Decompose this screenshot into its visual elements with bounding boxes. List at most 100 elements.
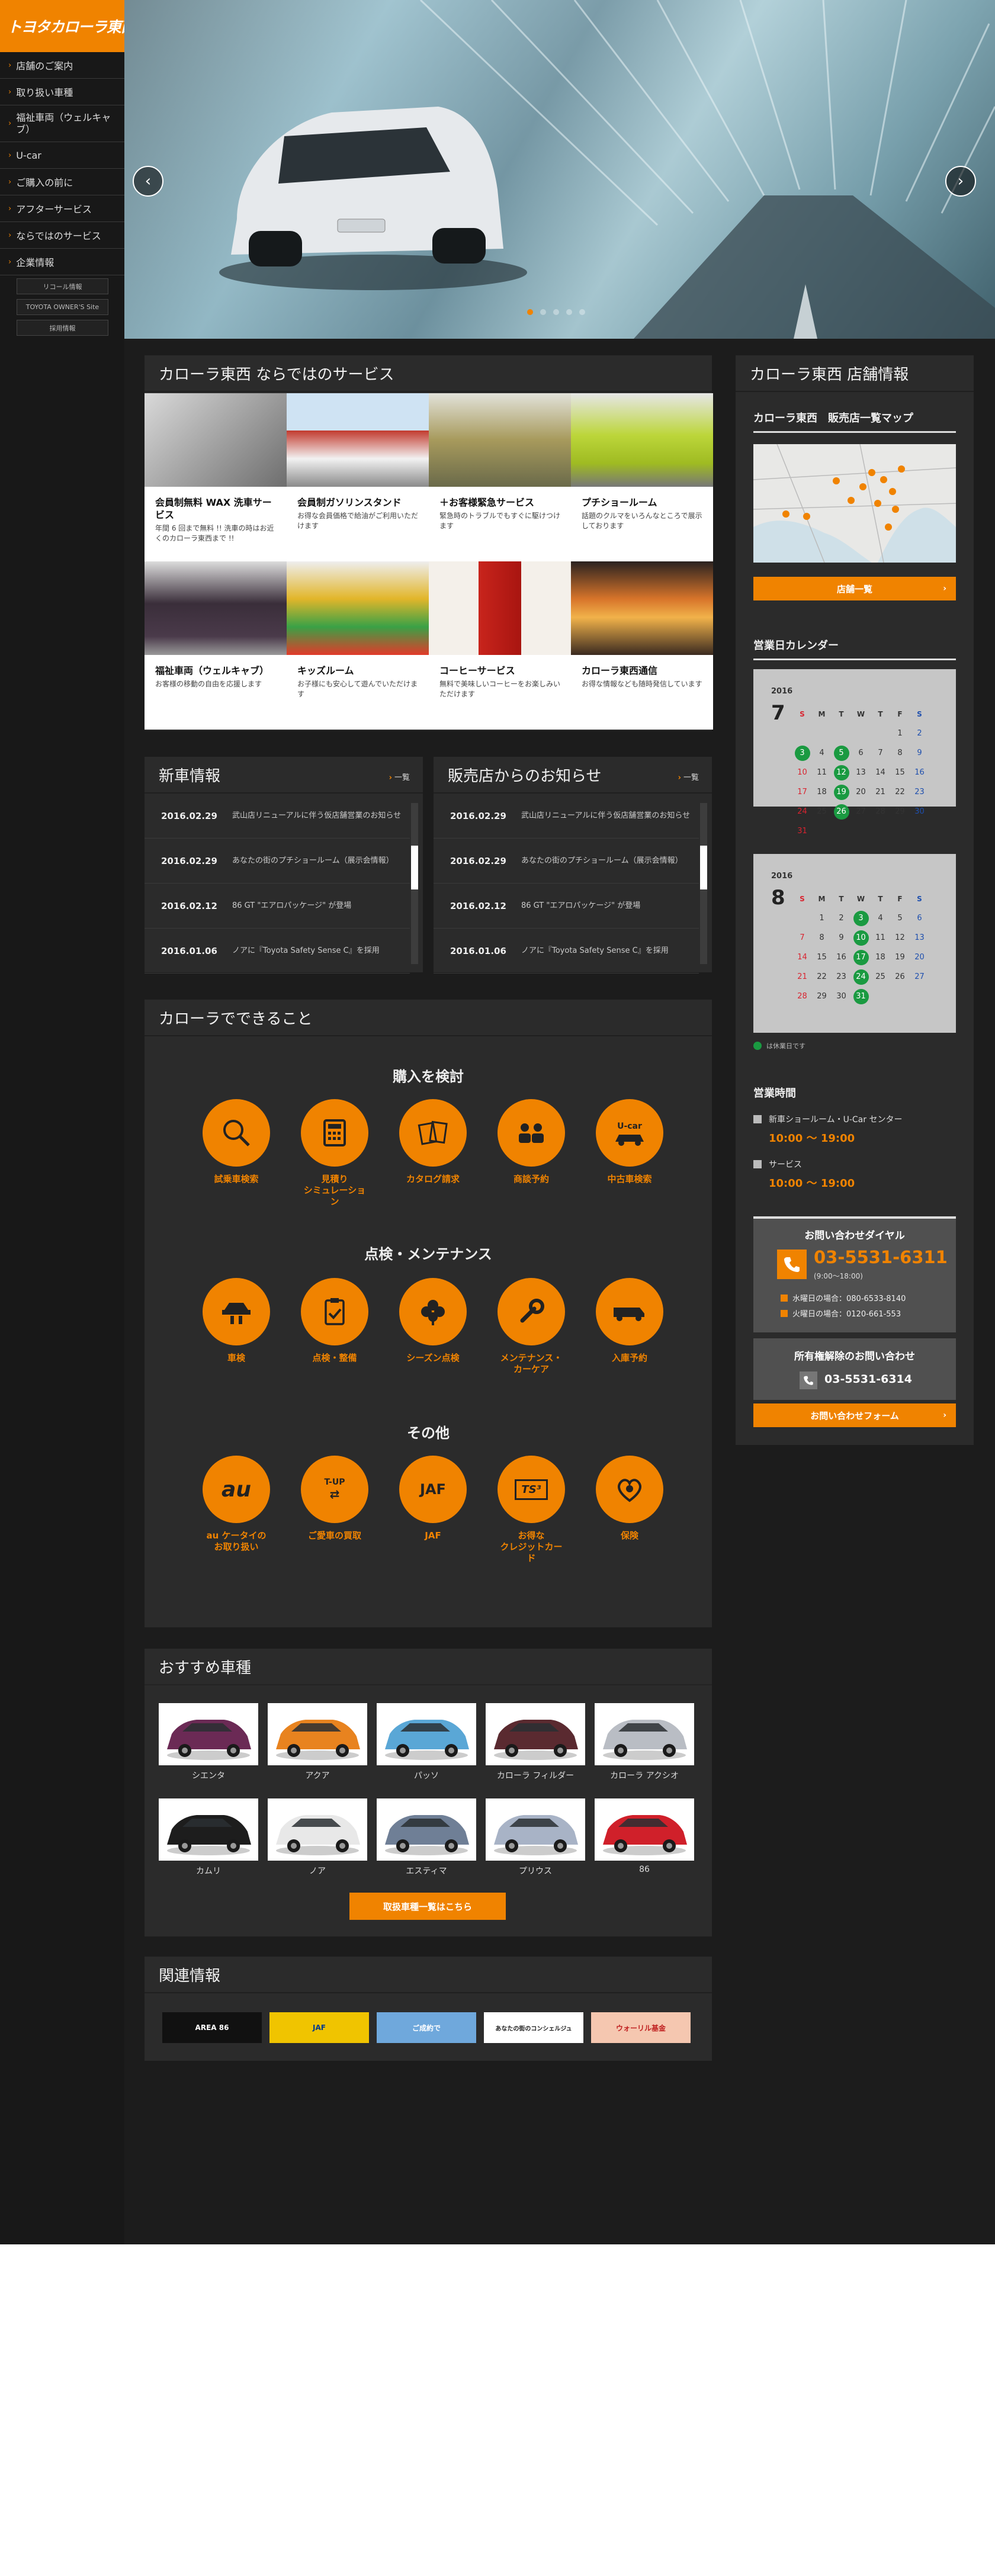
slide-dot[interactable] (553, 309, 559, 315)
jaf-button[interactable]: JAF JAF (399, 1456, 467, 1564)
dealer-news-more-link[interactable]: › 一覧 (678, 771, 699, 782)
insurance-button[interactable]: 保険 (596, 1456, 663, 1564)
car-card[interactable] (377, 1798, 476, 1861)
fund-banner[interactable]: ウォーリル基金 (591, 2012, 691, 2043)
calendar-day: 22 (895, 788, 905, 796)
news-row[interactable]: 2016.01.06 ノアに『Toyota Safety Sense C』を採用 (434, 929, 699, 974)
new-car-news-more-link[interactable]: › 一覧 (389, 771, 410, 782)
service-card-gas[interactable]: 会員制ガソリンスタンド お得な会員価格で給油がご利用いただけます (287, 393, 429, 561)
test-drive-search-button[interactable]: 試乗車検索 (203, 1099, 270, 1207)
maintenance-carcare-button[interactable]: メンテナンス・ カーケア (498, 1278, 565, 1375)
campaign-banner[interactable]: ご成約で (377, 2012, 476, 2043)
calendar-year: 2016 (771, 687, 793, 696)
contact-form-button[interactable]: お問い合わせフォーム › (753, 1403, 956, 1427)
news-scrollbar-thumb[interactable] (700, 846, 707, 889)
area86-banner[interactable]: AREA 86 (162, 2012, 262, 2043)
nav-item-company[interactable]: › 企業情報 (0, 249, 124, 275)
car-card[interactable] (377, 1703, 476, 1765)
recruit-link[interactable]: 採用情報 (17, 320, 108, 336)
icon-label: お得な クレジットカード (500, 1530, 563, 1563)
calendar-day: 13 (856, 768, 866, 777)
icon-label: 車検 (227, 1353, 245, 1363)
dial-number[interactable]: 03-5531-6311 (814, 1247, 948, 1267)
car-card[interactable] (486, 1798, 585, 1861)
service-card-showroom[interactable]: プチショールーム 話題のクルマをいろんなところで展示しております (571, 393, 713, 561)
icon-label: 点検・整備 (312, 1353, 357, 1363)
car-card[interactable] (159, 1703, 258, 1765)
hero-next-button[interactable]: › (945, 166, 976, 197)
slide-dot[interactable] (566, 309, 572, 315)
service-card-wax[interactable]: 会員制無料 WAX 洗車サービス 年間 6 回まで無料 !! 洗車の時はお近くのカ… (145, 393, 287, 561)
news-row[interactable]: 2016.01.06 ノアに『Toyota Safety Sense C』を採用 (145, 929, 410, 974)
nav-item-after-service[interactable]: › アフターサービス (0, 195, 124, 222)
nav-item-before-purchase[interactable]: › ご購入の前に (0, 169, 124, 195)
slide-dot[interactable] (540, 309, 546, 315)
news-scrollbar[interactable] (700, 803, 707, 964)
news-scrollbar-thumb[interactable] (411, 846, 418, 889)
slide-dot[interactable] (527, 309, 533, 315)
store-info-title: カローラ東西 店舗情報 (736, 355, 974, 392)
estimate-simulation-button[interactable]: 見積り シミュレーション (301, 1099, 368, 1207)
car-card[interactable] (595, 1798, 694, 1861)
shaken-button[interactable]: 車検 (203, 1278, 270, 1375)
season-check-button[interactable]: シーズン点検 (399, 1278, 467, 1375)
inspection-button[interactable]: 点検・整備 (301, 1278, 368, 1375)
recall-link[interactable]: リコール情報 (17, 278, 108, 294)
service-booking-button[interactable]: 入庫予約 (596, 1278, 663, 1375)
calendar-holiday: 10 (851, 930, 871, 946)
catalog-request-button[interactable]: カタログ請求 (399, 1099, 467, 1207)
meeting-reservation-button[interactable]: 商談予約 (498, 1099, 565, 1207)
store-list-button[interactable]: 店舗一覧 › (753, 577, 956, 600)
maintenance-icons: 車検 点検・整備 シーズン点検 メンテナンス・ カーケア 入庫予約 (203, 1278, 663, 1375)
owners-site-link[interactable]: TOYOTA OWNER'S Site (17, 299, 108, 315)
nav-item-models[interactable]: › 取り扱い車種 (0, 79, 124, 105)
news-row[interactable]: 2016.02.12 86 GT "エアロパッケージ" が登場 (145, 884, 410, 929)
related-title: 関連情報 (145, 1957, 712, 1993)
news-row[interactable]: 2016.02.12 86 GT "エアロパッケージ" が登場 (434, 884, 699, 929)
car-card[interactable] (159, 1798, 258, 1861)
news-row[interactable]: 2016.02.29 あなたの街のプチショールーム（展示会情報） (434, 839, 699, 884)
car-buyback-button[interactable]: T-UP ⇄ ご愛車の買取 (301, 1456, 368, 1564)
news-date: 2016.02.29 (161, 855, 217, 866)
slide-dot[interactable] (579, 309, 585, 315)
nav-item-unique-services[interactable]: › ならではのサービス (0, 222, 124, 249)
ownership-number[interactable]: 03-5531-6314 (824, 1373, 912, 1386)
calendar-holiday: 17 (851, 949, 871, 965)
used-car-search-button[interactable]: U-car 中古車検索 (596, 1099, 663, 1207)
jaf-banner[interactable]: JAF (269, 2012, 369, 2043)
service-card-coffee[interactable]: コーヒーサービス 無料で美味しいコーヒーをお楽しみいただけます (429, 561, 571, 730)
service-card-newsletter[interactable]: カローラ東西通信 お得な情報なども随時発信しています (571, 561, 713, 730)
service-card-desc: 緊急時のトラブルでもすぐに駆けつけます (439, 512, 561, 530)
dial-note-text: 火曜日の場合：0120-661-553 (792, 1310, 901, 1319)
hero-prev-button[interactable]: ‹ (133, 166, 163, 197)
car-card[interactable] (268, 1798, 367, 1861)
concierge-banner[interactable]: あなたの街のコンシェルジュ (484, 2012, 583, 2043)
calendar-day: 20 (856, 788, 866, 796)
car-card[interactable] (486, 1703, 585, 1765)
service-card-kids[interactable]: キッズルーム お子様にも安心して遊んでいただけます (287, 561, 429, 730)
calendar-grid: S M T W T F S 1 2 3 4 5 6 7 8 9 10 11 12 13 14 15 16 17 18 19 20 21… (792, 706, 929, 839)
credit-card-button[interactable]: TS³ お得な クレジットカード (498, 1456, 565, 1564)
car-card[interactable] (268, 1703, 367, 1765)
au-mobile-button[interactable]: au au ケータイの お取り扱い (203, 1456, 270, 1564)
calendar-day: 2 (839, 914, 844, 923)
store-map[interactable] (753, 444, 957, 563)
all-models-button[interactable]: 取扱車種一覧はこちら (349, 1893, 506, 1920)
phone-icon (777, 1250, 807, 1279)
news-row[interactable]: 2016.02.29 あなたの街のプチショールーム（展示会情報） (145, 839, 410, 884)
calendar-day: 22 (817, 972, 827, 981)
car-image (494, 1720, 578, 1760)
news-row[interactable]: 2016.02.29 武山店リニューアルに伴う仮店舗営業のお知らせ (145, 794, 410, 839)
hours-title: 営業時間 (753, 1087, 796, 1100)
brand-logo[interactable]: トヨタカローラ東西 (0, 0, 136, 52)
service-card-emergency[interactable]: ＋お客様緊急サービス 緊急時のトラブルでもすぐに駆けつけます (429, 393, 571, 561)
nav-item-stores[interactable]: › 店舗のご案内 (0, 52, 124, 79)
main-nav: › 店舗のご案内 › 取り扱い車種 › 福祉車両（ウェルキャブ） › U-car › ご購… (0, 52, 124, 275)
nav-item-ucar[interactable]: › U-car (0, 142, 124, 169)
nav-item-welcab[interactable]: › 福祉車両（ウェルキャブ） (0, 105, 124, 142)
car-card[interactable] (595, 1703, 694, 1765)
news-scrollbar[interactable] (411, 803, 418, 964)
more-label: 一覧 (683, 773, 699, 782)
news-row[interactable]: 2016.02.29 武山店リニューアルに伴う仮店舗営業のお知らせ (434, 794, 699, 839)
service-card-welcab[interactable]: 福祉車両（ウェルキャブ） お客様の移動の自由を応援します (145, 561, 287, 730)
